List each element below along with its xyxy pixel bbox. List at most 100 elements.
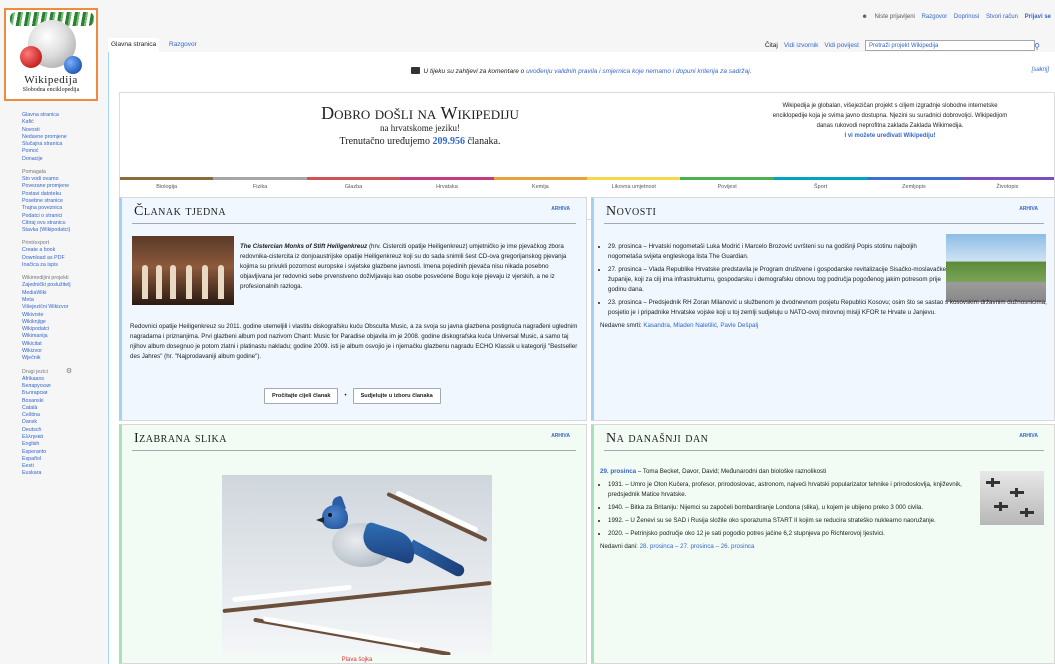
- title-rule: [604, 450, 1044, 451]
- sidebar-item-create-book[interactable]: Create a book: [22, 247, 102, 254]
- read-full-article-button[interactable]: Pročitajte cijeli članak: [264, 388, 339, 404]
- portal-history[interactable]: Povijest: [680, 177, 775, 194]
- contributions-link[interactable]: Doprinosi: [954, 14, 979, 20]
- sidebar-item-language[interactable]: Català: [22, 405, 102, 412]
- sidebar-item-wikidata[interactable]: Wikipodatci: [22, 326, 102, 333]
- sidebar-item-language[interactable]: Dansk: [22, 419, 102, 426]
- featured-article-archive-link[interactable]: ARHIVA: [551, 206, 570, 212]
- sidebar-item-wikisource[interactable]: Wikizvor: [22, 348, 102, 355]
- sidebar-item-random-page[interactable]: Slučajna stranica: [22, 141, 102, 148]
- sidebar-item-language[interactable]: Español: [22, 456, 102, 463]
- monks-choir-image[interactable]: [132, 236, 234, 305]
- sidebar-item-what-links-here[interactable]: Što vodi ovamo: [22, 176, 102, 183]
- portal-biography[interactable]: Životopis: [960, 177, 1055, 194]
- sidebar-item-recent-changes[interactable]: Nedavne promjene: [22, 134, 102, 141]
- sidebar-item-language[interactable]: Esperanto: [22, 449, 102, 456]
- search-icon[interactable]: ⚲: [1034, 41, 1040, 52]
- edit-invite-link[interactable]: I vi možete uređivati Wikipediju!: [740, 131, 1040, 141]
- date-line-text: – Toma Becket, Davor, David; Međunarodni…: [636, 468, 827, 475]
- tab-history[interactable]: Vidi povijest: [824, 42, 859, 49]
- portal-geography[interactable]: Zemljopis: [867, 177, 962, 194]
- join-selection-button[interactable]: Sudjelujte u izboru članaka: [352, 388, 441, 404]
- sidebar-item-download-pdf[interactable]: Download as PDF: [22, 255, 102, 262]
- sidebar-item-language[interactable]: Euskara: [22, 470, 102, 477]
- news-item-text: 23. prosinca – Predsjednik RH Zoran Mila…: [608, 299, 1047, 316]
- sidebar-item-language[interactable]: Eesti: [22, 463, 102, 470]
- count-value[interactable]: 209.956: [432, 136, 465, 147]
- sidebar-item-language[interactable]: Ελληνικά: [22, 434, 102, 441]
- sidebar-item-language[interactable]: Bosanski: [22, 398, 102, 405]
- date-link[interactable]: 29. prosinca: [600, 468, 636, 475]
- count-prefix: Trenutačno uređujemo: [339, 136, 433, 147]
- sidebar-item-cafe[interactable]: Kafić: [22, 119, 102, 126]
- sidebar-item-wikibooks[interactable]: Wikiknjige: [22, 319, 102, 326]
- create-account-link[interactable]: Stvori račun: [986, 14, 1018, 20]
- blue-jay-image[interactable]: [222, 475, 492, 655]
- sidebar-item-wikispecies[interactable]: Wikivrste: [22, 312, 102, 319]
- sidebar-item-language[interactable]: Deutsch: [22, 427, 102, 434]
- sidebar-item-permanent-link[interactable]: Trajna poveznica: [22, 205, 102, 212]
- portal-biology[interactable]: Biologija: [120, 177, 214, 194]
- portal-music[interactable]: Glazba: [306, 177, 401, 194]
- sidebar-item-language[interactable]: Български: [22, 390, 102, 397]
- sidebar-item-main-page[interactable]: Glavna stranica: [22, 112, 102, 119]
- on-this-day-archive-link[interactable]: ARHIVA: [1019, 433, 1038, 439]
- red-bauble-icon: [20, 46, 42, 68]
- tab-view-source[interactable]: Vidi izvornik: [784, 42, 819, 49]
- sidebar-item-help[interactable]: Pomoć: [22, 148, 102, 155]
- main-content: U tijeku su zahtjevi za komentare o uvođ…: [108, 52, 1055, 664]
- gear-icon[interactable]: ⚙: [66, 368, 72, 376]
- welcome-subtitle: na hrvatskome jeziku!: [380, 123, 460, 133]
- picture-caption-link[interactable]: Plava šojka: [222, 657, 492, 663]
- portal-croatia[interactable]: Hrvatska: [400, 177, 495, 194]
- portal-physics[interactable]: Fizika: [213, 177, 308, 194]
- sidebar-item-language[interactable]: Čeština: [22, 412, 102, 419]
- sidebar-item-multilingual-wikisource[interactable]: Višejezični Wikizvor: [22, 304, 102, 311]
- welcome-title: Dobro došli na Wikipediju: [321, 103, 519, 123]
- event-text: 1931. – Umro je Oton Kučera, profesor, p…: [608, 481, 962, 498]
- sidebar-item-wiktionary[interactable]: Wječnik: [22, 355, 102, 362]
- event-item: 2020. – Petrinjsko područje oko 12 je sa…: [608, 529, 1050, 539]
- sidebar-heading-print: Print/export: [22, 240, 50, 247]
- talk-link[interactable]: Razgovor: [922, 14, 948, 20]
- sidebar-item-language[interactable]: Беларуская: [22, 383, 102, 390]
- article-lead-bold[interactable]: The Cistercian Monks of Stift Heiligenkr…: [240, 243, 367, 250]
- recent-deaths-links[interactable]: Kasandra, Mladen Naletilić, Pavle Dešpal…: [643, 322, 758, 329]
- sidebar-item-special-pages[interactable]: Posebne stranice: [22, 198, 102, 205]
- tab-main-page[interactable]: Glavna stranica: [108, 38, 160, 52]
- featured-picture-archive-link[interactable]: ARHIVA: [551, 433, 570, 439]
- sidebar-item-cite-page[interactable]: Citiraj ovu stranicu: [22, 220, 102, 227]
- sidebar-item-mediawiki[interactable]: MediaWiki: [22, 290, 102, 297]
- sidebar-item-language[interactable]: English: [22, 441, 102, 448]
- sidebar-item-commons[interactable]: Zajednički poslužitelj: [22, 282, 102, 289]
- welcome-desc-line: danas rukovodi neprofitna zaklada Zaklad…: [816, 123, 964, 129]
- wikipedia-logo[interactable]: Wikipedija Slobodna enciklopedija: [4, 8, 98, 101]
- sidebar-item-news[interactable]: Novosti: [22, 127, 102, 134]
- news-archive-link[interactable]: ARHIVA: [1019, 206, 1038, 212]
- sidebar-item-donations[interactable]: Donacije: [22, 156, 102, 163]
- sidebar-item-printable-version[interactable]: Inačica za ispis: [22, 262, 102, 269]
- featured-article-body: Redovnici opatije Heiligenkreuz su 2011.…: [130, 323, 578, 360]
- sidebar-item-page-info[interactable]: Podatci o stranici: [22, 213, 102, 220]
- top-bar: ☻ Niste prijavljeni Razgovor Doprinosi S…: [0, 0, 1055, 26]
- sidebar-item-wikiquote[interactable]: Wikicitat: [22, 341, 102, 348]
- recent-deaths: Nedavne smrti: Kasandra, Mladen Naletili…: [600, 321, 1050, 331]
- sidebar-item-upload-file[interactable]: Postavi datoteku: [22, 191, 102, 198]
- portal-chemistry[interactable]: Kemija: [493, 177, 588, 194]
- tab-read[interactable]: Čitaj: [765, 42, 778, 49]
- portal-sport[interactable]: Šport: [773, 177, 868, 194]
- portal-fine-arts[interactable]: Likovna umjetnost: [587, 177, 681, 194]
- portal-bar: Biologija Fizika Glazba Hrvatska Kemija …: [120, 177, 1055, 194]
- sidebar-item-related-changes[interactable]: Povezane promjene: [22, 183, 102, 190]
- login-link[interactable]: Prijavi se: [1025, 14, 1051, 20]
- sidebar-item-wikidata-item[interactable]: Stavka (Wikipodatci): [22, 227, 102, 234]
- tab-talk[interactable]: Razgovor: [166, 38, 200, 52]
- search-input[interactable]: Pretraži projekt Wikipedija ⚲: [865, 39, 1040, 51]
- notice-link[interactable]: uvođenju validnih pravila i smjernica ko…: [526, 68, 751, 75]
- sidebar-item-wikimania[interactable]: Wikimanija: [22, 333, 102, 340]
- featured-picture-panel: Izabrana slika ARHIVA Plava šojka: [119, 424, 587, 664]
- sidebar-item-meta[interactable]: Meta: [22, 297, 102, 304]
- hide-notice-link[interactable]: [sakrij]: [1032, 67, 1049, 73]
- recent-days-links[interactable]: 28. prosinca – 27. prosinca – 26. prosin…: [640, 543, 755, 550]
- sidebar-item-language[interactable]: Afrikaans: [22, 376, 102, 383]
